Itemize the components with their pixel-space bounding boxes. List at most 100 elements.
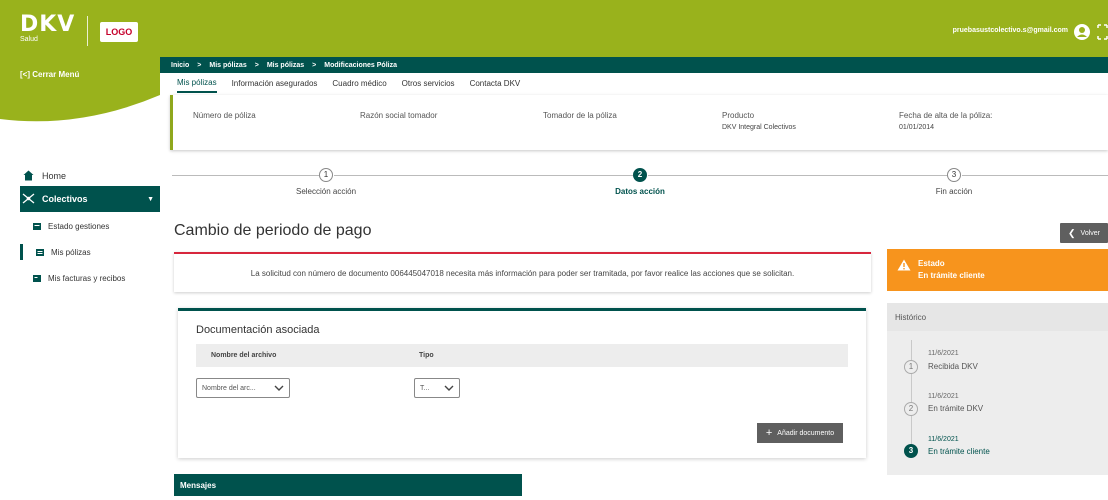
tab-cuadro-medico[interactable]: Cuadro médico	[332, 73, 386, 93]
page-title: Cambio de periodo de pago	[174, 222, 372, 239]
history-panel	[887, 331, 1108, 475]
documentation-table-header: Nombre del archivo Tipo	[196, 344, 848, 367]
history-entry-3-state: En trámite cliente	[928, 447, 990, 456]
stepper-line	[648, 175, 947, 176]
expand-icon[interactable]	[1097, 24, 1108, 40]
close-menu-button[interactable]: [<] Cerrar Menú	[20, 70, 79, 79]
sidebar-subitem-label: Estado gestiones	[48, 221, 110, 231]
policy-holder: Tomador de la póliza	[543, 111, 617, 120]
sidebar-subitem-label: Mis pólizas	[51, 247, 91, 257]
sidebar-item-label: Home	[42, 171, 67, 181]
sidebar-subitem-facturas[interactable]: Mis facturas y recibos	[33, 270, 125, 286]
tab-contacta-dkv[interactable]: Contacta DKV	[470, 73, 521, 93]
history-entry-2-date: 11/6/2021	[928, 393, 959, 400]
policy-product-label: Producto	[722, 111, 755, 120]
sidebar-subitem-label: Mis facturas y recibos	[48, 273, 126, 283]
breadcrumb-inicio[interactable]: Inicio	[171, 62, 189, 69]
history-entry-3-date: 11/6/2021	[928, 436, 959, 443]
document-type-select[interactable]: T...	[414, 378, 460, 398]
policy-start-date-label: Fecha de alta de la póliza:	[899, 111, 993, 120]
chevron-left-icon: ❮	[1067, 227, 1076, 238]
file-name-select[interactable]: Nombre del arc...	[196, 378, 290, 398]
stepper-line	[962, 175, 1108, 176]
caret-down-icon: ▼	[147, 195, 154, 203]
messages-header[interactable]: Mensajes	[174, 474, 522, 496]
step-3-circle: 3	[947, 168, 961, 182]
documentation-card: Documentación asociada Nombre del archiv…	[178, 308, 866, 458]
policy-product: Producto DKV Integral Colectivos	[722, 111, 796, 131]
policy-company: Razón social tomador	[360, 111, 437, 120]
chevron-down-icon	[274, 385, 284, 391]
sidebar: [<] Cerrar Menú Home Colectivos ▼ Estado…	[0, 57, 160, 500]
documentation-title: Documentación asociada	[196, 324, 320, 336]
user-email[interactable]: pruebasustcolectivo.s@gmail.com	[953, 27, 1068, 34]
column-file-name: Nombre del archivo	[211, 352, 277, 359]
document-type-select-value: T...	[420, 384, 430, 392]
document-icon	[36, 248, 44, 256]
history-header: Histórico	[887, 303, 1108, 331]
home-icon	[20, 170, 36, 183]
policy-product-value: DKV Integral Colectivos	[722, 124, 796, 131]
step-1-circle: 1	[319, 168, 333, 182]
sidebar-item-colectivos[interactable]: Colectivos ▼	[20, 186, 160, 212]
history-entry-1-state: Recibida DKV	[928, 362, 978, 371]
breadcrumb-separator: >	[312, 61, 317, 69]
history-entry-2-state: En trámite DKV	[928, 404, 984, 413]
breadcrumb-mis-polizas[interactable]: Mis pólizas	[209, 62, 246, 69]
add-document-label: Añadir documento	[777, 429, 835, 437]
step-1-label: Selección acción	[295, 187, 357, 196]
breadcrumb-separator: >	[254, 61, 259, 69]
policy-number: Número de póliza	[193, 111, 256, 120]
brand-divider	[87, 16, 88, 46]
policy-number-label: Número de póliza	[193, 111, 256, 120]
back-button[interactable]: ❮ Volver	[1060, 223, 1108, 243]
policy-holder-label: Tomador de la póliza	[543, 111, 617, 120]
clipboard-icon	[33, 222, 41, 230]
breadcrumb-mis-polizas-2[interactable]: Mis pólizas	[267, 62, 304, 69]
step-3-label: Fin acción	[935, 187, 973, 196]
plus-icon: +	[765, 427, 773, 439]
history-timeline-line	[911, 340, 912, 450]
policy-start-date: Fecha de alta de la póliza: 01/01/2014	[899, 111, 992, 131]
history-entry-1-date: 11/6/2021	[928, 350, 959, 357]
breadcrumb: Inicio > Mis pólizas > Mis pólizas > Mod…	[160, 57, 1108, 73]
history-entry-1-number: 1	[904, 360, 918, 374]
brand-logo[interactable]: DKV Salud	[20, 12, 76, 44]
policy-tabs: Mis pólizas Información asegurados Cuadr…	[160, 73, 1108, 93]
history-entry-2-number: 2	[904, 402, 918, 416]
policy-start-date-value: 01/01/2014	[899, 124, 935, 131]
policy-info-bar: Número de póliza Razón social tomador To…	[170, 95, 1108, 150]
sidebar-subitem-mis-polizas[interactable]: Mis pólizas	[20, 244, 91, 260]
sidebar-subitem-estado-gestiones[interactable]: Estado gestiones	[33, 218, 109, 234]
policy-company-label: Razón social tomador	[360, 111, 438, 120]
history-title: Histórico	[895, 313, 927, 322]
warning-icon	[897, 259, 911, 271]
brand-subtitle: Salud	[20, 36, 38, 43]
back-button-label: Volver	[1080, 229, 1100, 237]
invoice-icon	[33, 274, 41, 282]
tab-mis-polizas[interactable]: Mis pólizas	[177, 73, 217, 93]
brand-name: DKV	[20, 12, 76, 37]
column-type: Tipo	[419, 352, 434, 359]
tab-otros-servicios[interactable]: Otros servicios	[402, 73, 455, 93]
stepper-line	[334, 175, 633, 176]
breadcrumb-separator: >	[197, 61, 202, 69]
status-panel: Estado En trámite cliente	[887, 249, 1108, 291]
step-2-circle: 2	[633, 168, 647, 182]
info-request-alert: La solicitud con número de documento 006…	[174, 252, 871, 292]
status-label: Estado	[918, 259, 945, 268]
breadcrumb-current: Modificaciones Póliza	[324, 61, 397, 69]
messages-title: Mensajes	[180, 481, 217, 490]
chevron-down-icon	[444, 385, 454, 391]
alert-text: La solicitud con número de documento 006…	[250, 268, 795, 278]
step-2-label: Datos acción	[615, 187, 665, 196]
sidebar-item-label: Colectivos	[42, 194, 88, 204]
network-icon	[20, 192, 36, 206]
tab-informacion-asegurados[interactable]: Información asegurados	[232, 73, 318, 93]
top-header: DKV Salud LOGO pruebasustcolectivo.s@gma…	[0, 0, 1108, 57]
status-value: En trámite cliente	[918, 271, 985, 280]
user-icon[interactable]	[1074, 24, 1090, 40]
client-logo: LOGO	[100, 22, 138, 42]
history-entry-3-number: 3	[904, 444, 918, 458]
add-document-button[interactable]: + Añadir documento	[757, 423, 843, 443]
